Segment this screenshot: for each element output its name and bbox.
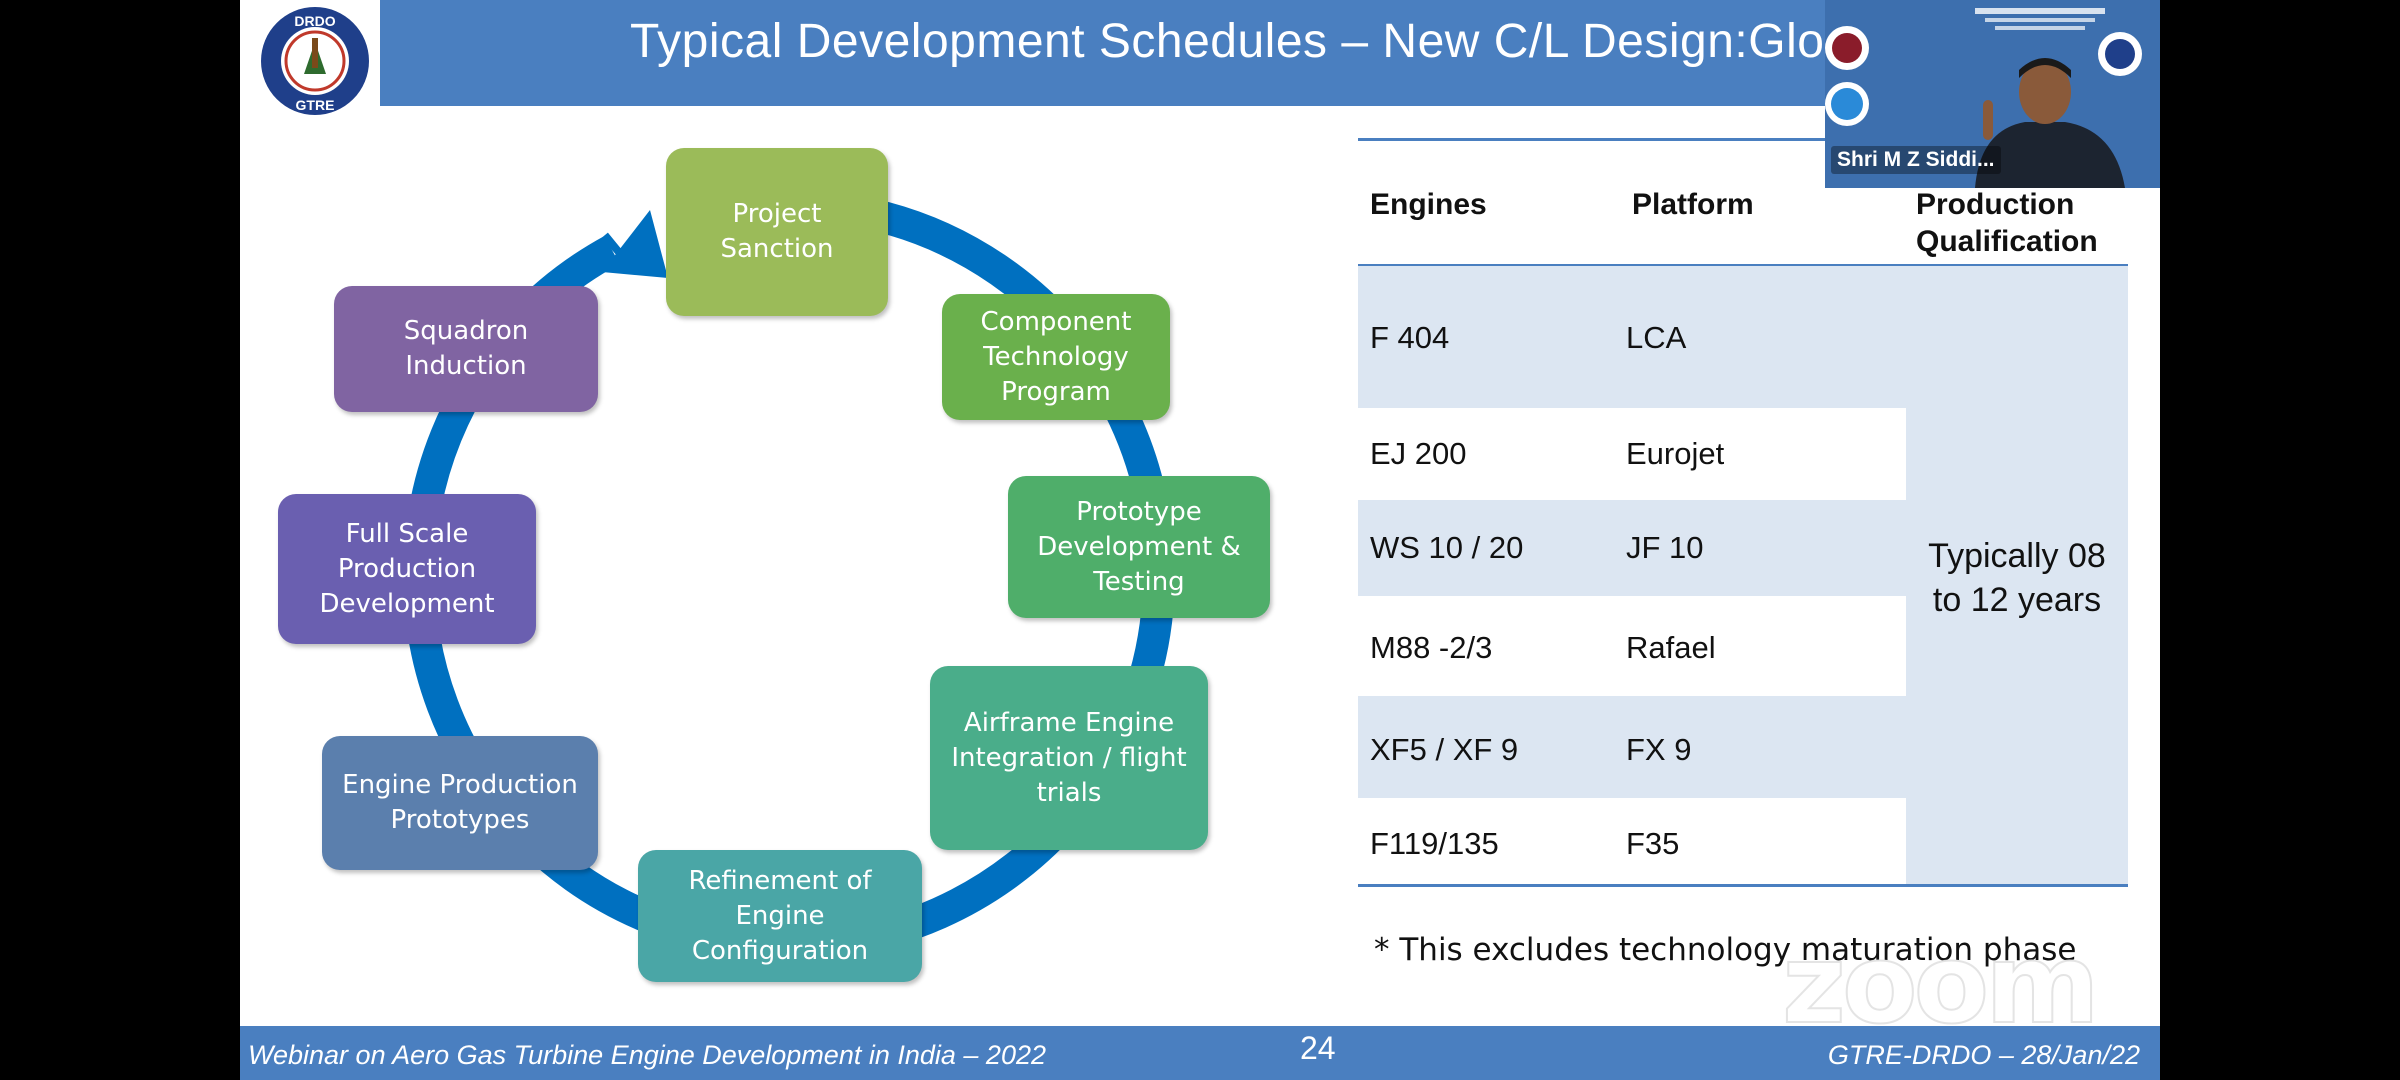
participant-video-tile[interactable]: Shri M Z Siddi... [1825, 0, 2160, 188]
cycle-step-label: Component Technology Program [980, 306, 1132, 407]
table-cell-engine: F119/135 [1370, 826, 1499, 861]
table-cell-platform: JF 10 [1626, 530, 1704, 565]
table-cell-platform: LCA [1626, 320, 1687, 355]
cycle-step-prototype-development: Prototype Development & Testing [1008, 476, 1270, 618]
cycle-step-label: Project Sanction [720, 199, 834, 264]
table-header-production: Production Qualification [1916, 188, 2098, 258]
table-header-engines: Engines [1370, 188, 1487, 221]
footer-webinar-text: Webinar on Aero Gas Turbine Engine Devel… [248, 1040, 1046, 1070]
cycle-step-project-sanction: Project Sanction [666, 148, 888, 316]
cycle-step-full-scale-production: Full Scale Production Development [278, 494, 536, 644]
cycle-step-label: Full Scale Production Development [319, 518, 495, 619]
cycle-step-component-technology: Component Technology Program [942, 294, 1170, 420]
cycle-step-squadron-induction: Squadron Induction [334, 286, 598, 412]
cycle-step-refinement: Refinement of Engine Configuration [638, 850, 922, 982]
table-cell-platform: Rafael [1626, 630, 1716, 665]
table-cell-engine: M88 -2/3 [1370, 630, 1493, 665]
table-cell-engine: WS 10 / 20 [1370, 530, 1524, 565]
slide-number: 24 [1300, 1030, 1336, 1066]
cycle-step-label: Airframe Engine Integration / flight tri… [951, 707, 1187, 808]
table-header-platform: Platform [1632, 188, 1754, 221]
production-qualification-value: Typically 08 to 12 years [1928, 537, 2106, 619]
cycle-step-label: Engine Production Prototypes [342, 770, 578, 835]
cycle-step-engine-production-prototypes: Engine Production Prototypes [322, 736, 598, 870]
cycle-step-airframe-integration: Airframe Engine Integration / flight tri… [930, 666, 1208, 850]
table-cell-platform: F35 [1626, 826, 1680, 861]
cycle-step-label: Refinement of Engine Configuration [688, 865, 872, 966]
table-bottom-rule [1358, 884, 2128, 887]
cycle-step-label: Prototype Development & Testing [1037, 496, 1241, 597]
table-cell-engine: F 404 [1370, 320, 1450, 355]
table-cell-platform: FX 9 [1626, 732, 1692, 767]
table-cell-engine: XF5 / XF 9 [1370, 732, 1519, 767]
cycle-step-label: Squadron Induction [403, 316, 529, 381]
participant-name: Shri M Z Siddi... [1831, 146, 2001, 174]
footer-organization-date: GTRE-DRDO – 28/Jan/22 [1827, 1040, 2140, 1070]
table-cell-engine: EJ 200 [1370, 436, 1467, 471]
table-cell-platform: Eurojet [1626, 436, 1725, 471]
